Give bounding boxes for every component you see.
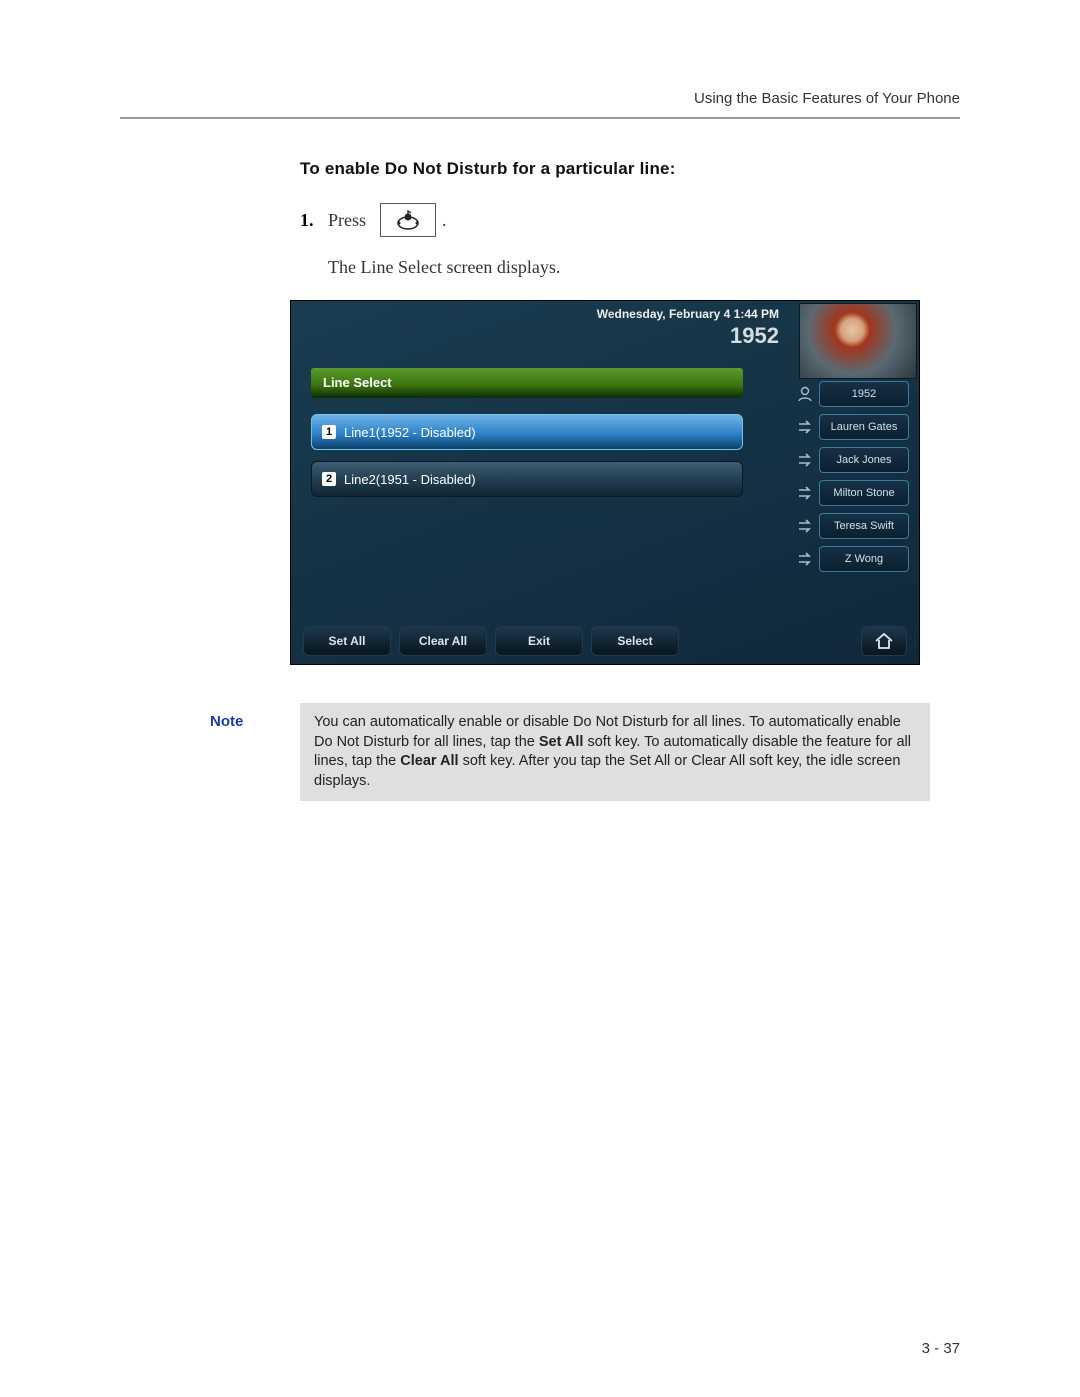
note-bold-clear-all: Clear All	[400, 753, 458, 769]
header-rule	[120, 117, 960, 119]
contact-z-wong[interactable]: Z Wong	[819, 546, 909, 572]
softkey-select[interactable]: Select	[591, 626, 679, 656]
contact-column: 1952 Lauren Gates Jack Jones	[794, 381, 909, 579]
step-desc: The Line Select screen displays.	[328, 257, 960, 278]
header-section: Using the Basic Features of Your Phone	[120, 90, 960, 107]
note-body: You can automatically enable or disable …	[300, 703, 930, 801]
softkey-row: Set All Clear All Exit Select	[303, 626, 907, 656]
phone-extension: 1952	[730, 323, 779, 349]
speeddial-icon	[794, 416, 816, 438]
person-icon	[794, 383, 816, 405]
line-badge-2: 2	[322, 472, 336, 486]
step-1: 1. Press .	[300, 203, 960, 237]
softkey-clear-all[interactable]: Clear All	[399, 626, 487, 656]
line-label-2: Line2(1951 - Disabled)	[344, 472, 476, 487]
line-select-title: Line Select	[311, 368, 743, 398]
dnd-icon	[393, 210, 423, 230]
contact-milton-stone[interactable]: Milton Stone	[819, 480, 909, 506]
home-button[interactable]	[861, 626, 907, 656]
note-label: Note	[210, 703, 300, 801]
step-number: 1.	[300, 210, 328, 231]
contact-lauren-gates[interactable]: Lauren Gates	[819, 414, 909, 440]
contact-jack-jones[interactable]: Jack Jones	[819, 447, 909, 473]
section-heading: To enable Do Not Disturb for a particula…	[300, 159, 960, 179]
line-label-1: Line1(1952 - Disabled)	[344, 425, 476, 440]
phone-datetime: Wednesday, February 4 1:44 PM	[291, 307, 779, 321]
line-item-2[interactable]: 2 Line2(1951 - Disabled)	[311, 461, 743, 497]
step-verb: Press	[328, 210, 366, 231]
softkey-set-all[interactable]: Set All	[303, 626, 391, 656]
note-box: Note You can automatically enable or dis…	[210, 703, 930, 801]
step-period: .	[442, 210, 447, 231]
note-bold-set-all: Set All	[539, 734, 584, 750]
speeddial-icon	[794, 482, 816, 504]
contact-self[interactable]: 1952	[819, 381, 909, 407]
speeddial-icon	[794, 449, 816, 471]
page-number: 3 - 37	[922, 1340, 960, 1357]
line-item-1[interactable]: 1 Line1(1952 - Disabled)	[311, 414, 743, 450]
home-icon	[874, 632, 894, 650]
line-badge-1: 1	[322, 425, 336, 439]
speeddial-icon	[794, 515, 816, 537]
phone-screenshot: Wednesday, February 4 1:44 PM 1952 Line …	[290, 300, 920, 665]
softkey-exit[interactable]: Exit	[495, 626, 583, 656]
dnd-key-illustration	[380, 203, 436, 237]
speeddial-icon	[794, 548, 816, 570]
phone-avatar	[799, 303, 917, 379]
contact-teresa-swift[interactable]: Teresa Swift	[819, 513, 909, 539]
